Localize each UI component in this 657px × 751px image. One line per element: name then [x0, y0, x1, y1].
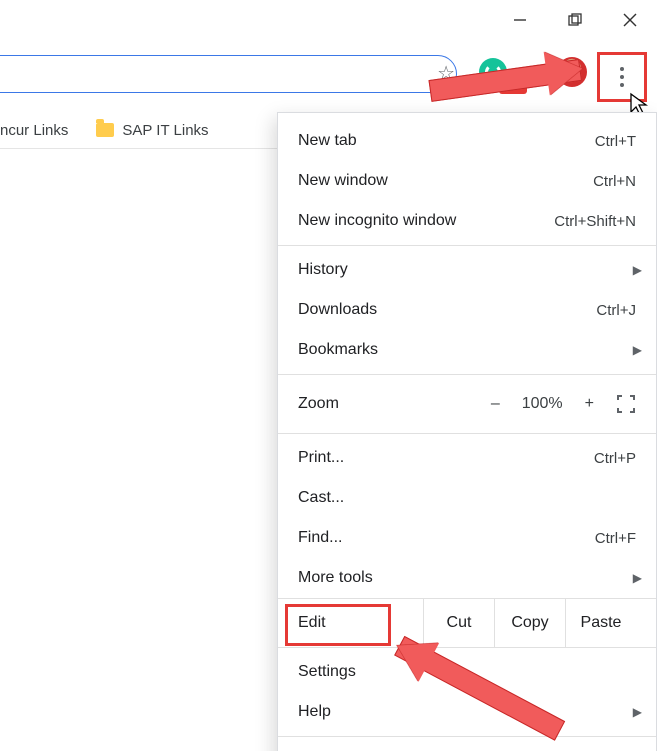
menu-label: Bookmarks	[298, 341, 636, 359]
chevron-right-icon: ▶	[633, 571, 642, 585]
menu-label: Zoom	[298, 395, 491, 413]
menu-item-edit: Edit Cut Copy Paste	[278, 598, 656, 648]
address-bar[interactable]	[0, 55, 457, 93]
menu-item-exit[interactable]: Exit	[278, 741, 656, 751]
menu-label: Find...	[298, 529, 595, 547]
menu-label: Print...	[298, 449, 594, 467]
menu-item-find[interactable]: Find... Ctrl+F	[278, 518, 656, 558]
chrome-main-menu: New tab Ctrl+T New window Ctrl+N New inc…	[277, 112, 657, 751]
zoom-value: 100%	[522, 395, 563, 413]
window-controls	[492, 0, 657, 40]
menu-item-downloads[interactable]: Downloads Ctrl+J	[278, 290, 656, 330]
folder-icon	[96, 123, 114, 137]
menu-shortcut: Ctrl+Shift+N	[554, 213, 636, 230]
menu-label: Help	[298, 703, 636, 721]
bookmark-label: SAP IT Links	[122, 122, 208, 139]
menu-shortcut: Ctrl+F	[595, 530, 636, 547]
menu-item-history[interactable]: History ▶	[278, 250, 656, 290]
fullscreen-icon[interactable]	[616, 394, 636, 414]
menu-item-new-window[interactable]: New window Ctrl+N	[278, 161, 656, 201]
chevron-right-icon: ▶	[633, 343, 642, 357]
edit-paste-button[interactable]: Paste	[565, 599, 636, 647]
chevron-right-icon: ▶	[633, 263, 642, 277]
menu-shortcut: Ctrl+N	[593, 173, 636, 190]
menu-item-cast[interactable]: Cast...	[278, 478, 656, 518]
menu-label: New window	[298, 172, 593, 190]
edit-copy-button[interactable]: Copy	[494, 599, 565, 647]
menu-shortcut: Ctrl+T	[595, 133, 636, 150]
menu-label: New tab	[298, 132, 595, 150]
close-button[interactable]	[602, 0, 657, 40]
menu-shortcut: Ctrl+P	[594, 450, 636, 467]
menu-label: Downloads	[298, 301, 596, 319]
zoom-out-button[interactable]: –	[491, 395, 500, 413]
menu-item-print[interactable]: Print... Ctrl+P	[278, 438, 656, 478]
menu-item-bookmarks[interactable]: Bookmarks ▶	[278, 330, 656, 370]
menu-item-help[interactable]: Help ▶	[278, 692, 656, 732]
chevron-right-icon: ▶	[633, 705, 642, 719]
menu-label: More tools	[298, 569, 636, 587]
bookmark-folder[interactable]: ncur Links	[0, 122, 82, 139]
bookmark-label: ncur Links	[0, 122, 68, 139]
zoom-in-button[interactable]: +	[585, 395, 594, 413]
menu-label: Cast...	[298, 489, 636, 507]
menu-shortcut: Ctrl+J	[596, 302, 636, 319]
bookmark-folder[interactable]: SAP IT Links	[82, 122, 222, 139]
maximize-button[interactable]	[547, 0, 602, 40]
minimize-button[interactable]	[492, 0, 547, 40]
menu-item-zoom: Zoom – 100% +	[278, 379, 656, 429]
menu-item-incognito[interactable]: New incognito window Ctrl+Shift+N	[278, 201, 656, 241]
menu-item-more-tools[interactable]: More tools ▶	[278, 558, 656, 598]
menu-label: New incognito window	[298, 212, 554, 230]
menu-item-new-tab[interactable]: New tab Ctrl+T	[278, 121, 656, 161]
menu-label: History	[298, 261, 636, 279]
